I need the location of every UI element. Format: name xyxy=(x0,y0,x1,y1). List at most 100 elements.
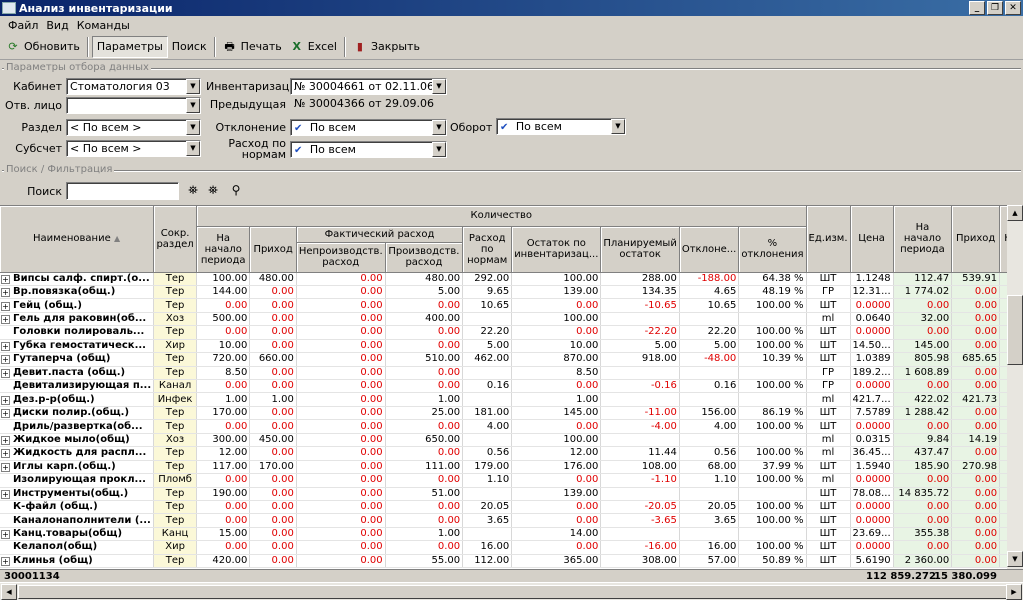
cell-unit[interactable]: ГР xyxy=(806,379,851,394)
cell-remain[interactable]: 100.00 xyxy=(511,433,602,448)
table-row[interactable]: Головки полироваль... Тер 0.00 0.00 0.00 0.00… xyxy=(0,325,1023,340)
cell-norm[interactable]: 181.00 xyxy=(462,406,513,421)
cell-nonprod[interactable]: 0.00 xyxy=(296,433,386,448)
cell-price[interactable]: 189.2... xyxy=(850,366,894,381)
expand-plus-icon[interactable]: + xyxy=(1,449,10,459)
cell-s-start[interactable]: 1 288.42 xyxy=(893,406,953,421)
expand-plus-icon[interactable]: + xyxy=(1,355,10,365)
expand-plus-icon[interactable]: + xyxy=(1,435,10,445)
cell-devpct[interactable]: 100.00 % xyxy=(738,339,807,354)
table-row[interactable]: Каналонаполнители (... Тер 0.00 0.00 0.00 0.0… xyxy=(0,513,1023,528)
close-button[interactable]: ▮ Закрыть xyxy=(349,36,424,58)
cell-price[interactable]: 14.50... xyxy=(850,339,894,354)
cell-income[interactable]: 0.00 xyxy=(249,554,297,569)
cell-razdel[interactable]: Тер xyxy=(153,487,198,501)
cell-price[interactable]: 0.0000 xyxy=(850,325,894,340)
cell-razdel[interactable]: Тер xyxy=(153,272,198,286)
cell-devpct[interactable]: 100.00 % xyxy=(738,325,807,340)
col-sum-income[interactable]: Приход xyxy=(951,206,1001,273)
cell-income[interactable]: 0.00 xyxy=(249,487,297,501)
expand-plus-icon[interactable]: + xyxy=(1,341,10,351)
col-prod[interactable]: Производств. расход xyxy=(385,242,464,273)
cell-nonprod[interactable]: 0.00 xyxy=(296,500,386,515)
cell-norm[interactable]: 16.00 xyxy=(462,540,513,555)
cell-start[interactable]: 12.00 xyxy=(196,446,251,461)
cell-remain[interactable]: 0.00 xyxy=(511,419,602,434)
cell-s-start[interactable]: 437.47 xyxy=(893,446,953,461)
cell-dev[interactable]: -188.00 xyxy=(679,272,740,286)
cell-nonprod[interactable]: 0.00 xyxy=(296,312,386,327)
cell-planned[interactable] xyxy=(600,487,680,501)
horizontal-scroll-thumb[interactable] xyxy=(18,585,1008,599)
cell-dev[interactable] xyxy=(679,312,740,327)
cell-name[interactable]: + Гутаперча (общ) xyxy=(0,352,155,367)
inventory-select[interactable]: № 30004661 от 02.11.06 ▼ xyxy=(290,78,447,95)
cell-nonprod[interactable]: 0.00 xyxy=(296,473,386,488)
cell-unit[interactable]: ШТ xyxy=(806,352,851,367)
cell-price[interactable]: 421.7... xyxy=(850,392,894,407)
cell-remain[interactable]: 12.00 xyxy=(511,446,602,461)
cell-s-income[interactable]: 0.00 xyxy=(951,366,1001,381)
table-row[interactable]: + Жидкость для распл... Тер 12.00 0.00 0.00 0.… xyxy=(0,446,1023,461)
table-row[interactable]: + Губка гемостатическ... Хир 10.00 0.00 0.00 0… xyxy=(0,339,1023,354)
cell-start[interactable]: 170.00 xyxy=(196,406,251,421)
cell-razdel[interactable]: Тер xyxy=(153,352,198,367)
cell-start[interactable]: 0.00 xyxy=(196,325,251,340)
cell-unit[interactable]: ШТ xyxy=(806,554,851,569)
cell-remain[interactable]: 139.00 xyxy=(511,487,602,501)
expand-plus-icon[interactable]: + xyxy=(1,556,10,566)
cell-remain[interactable]: 176.00 xyxy=(511,460,602,475)
cell-devpct[interactable]: 10.39 % xyxy=(738,352,807,367)
cell-unit[interactable]: ШТ xyxy=(806,460,851,475)
cell-prod[interactable]: 0.00 xyxy=(385,473,464,488)
cell-dev[interactable]: 0.16 xyxy=(679,379,740,394)
print-button[interactable]: 🖶 Печать xyxy=(219,36,286,58)
cell-dev[interactable]: 4.65 xyxy=(679,285,740,300)
cell-nonprod[interactable]: 0.00 xyxy=(296,325,386,340)
cell-start[interactable]: 15.00 xyxy=(196,527,251,542)
cell-start[interactable]: 0.00 xyxy=(196,540,251,555)
cell-name[interactable]: + Вр.повязка(общ.) xyxy=(0,285,155,300)
cell-price[interactable]: 0.0315 xyxy=(850,433,894,448)
cell-devpct[interactable]: 64.38 % xyxy=(738,272,807,286)
cell-prod[interactable]: 0.00 xyxy=(385,339,464,354)
table-row[interactable]: К-файл (общ.) Тер 0.00 0.00 0.00 0.00 20.05 0.0… xyxy=(0,500,1023,515)
cell-remain[interactable]: 0.00 xyxy=(511,298,602,313)
cell-income[interactable]: 170.00 xyxy=(249,460,297,475)
cell-start[interactable]: 190.00 xyxy=(196,487,251,501)
cell-price[interactable]: 1.0389 xyxy=(850,352,894,367)
cell-prod[interactable]: 650.00 xyxy=(385,433,464,448)
cell-start[interactable]: 1.00 xyxy=(196,392,251,407)
cell-s-income[interactable]: 0.00 xyxy=(951,540,1001,555)
cell-start[interactable]: 720.00 xyxy=(196,352,251,367)
cell-name[interactable]: + Губка гемостатическ... xyxy=(0,339,155,354)
cell-norm[interactable] xyxy=(462,392,513,407)
cell-s-start[interactable]: 0.00 xyxy=(893,325,953,340)
cell-name[interactable]: + Випсы салф. спирт.(о... xyxy=(0,272,155,286)
cell-prod[interactable]: 0.00 xyxy=(385,446,464,461)
find-binoculars-icon[interactable]: ⛯ xyxy=(184,181,202,199)
cell-name[interactable]: К-файл (общ.) xyxy=(0,500,155,515)
cell-price[interactable]: 12.31... xyxy=(850,285,894,300)
cell-price[interactable]: 23.69... xyxy=(850,527,894,542)
cell-norm[interactable]: 292.00 xyxy=(462,272,513,286)
cell-razdel[interactable]: Тер xyxy=(153,366,198,381)
col-planned[interactable]: Планируемый остаток xyxy=(600,226,680,273)
cell-price[interactable]: 1.5940 xyxy=(850,460,894,475)
menu-commands[interactable]: Команды xyxy=(73,19,134,32)
cell-name[interactable]: + Гейц (общ.) xyxy=(0,298,155,313)
cell-norm[interactable]: 112.00 xyxy=(462,554,513,569)
cell-planned[interactable]: 11.44 xyxy=(600,446,680,461)
cell-prod[interactable]: 0.00 xyxy=(385,379,464,394)
cell-norm[interactable]: 20.05 xyxy=(462,500,513,515)
cell-devpct[interactable] xyxy=(738,392,807,407)
cell-dev[interactable] xyxy=(679,433,740,448)
cell-dev[interactable]: 68.00 xyxy=(679,460,740,475)
cell-unit[interactable]: ШТ xyxy=(806,298,851,313)
cell-nonprod[interactable]: 0.00 xyxy=(296,366,386,381)
cell-price[interactable]: 0.0000 xyxy=(850,419,894,434)
cell-dev[interactable]: 3.65 xyxy=(679,513,740,528)
cell-nonprod[interactable]: 0.00 xyxy=(296,392,386,407)
cell-price[interactable]: 1.1248 xyxy=(850,272,894,286)
cell-devpct[interactable]: 100.00 % xyxy=(738,298,807,313)
